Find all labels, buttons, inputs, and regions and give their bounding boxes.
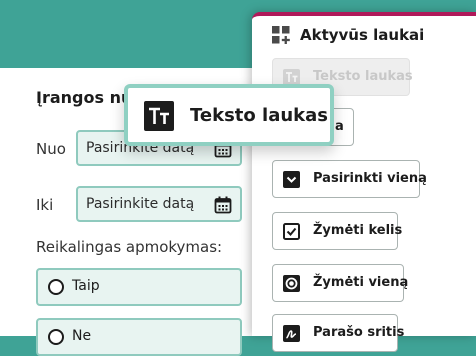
field-item-signature[interactable]: Parašo sritis xyxy=(272,314,404,352)
radio-circle-icon xyxy=(48,329,64,345)
field-item-label: Pasirinkti vieną xyxy=(313,171,427,186)
dropdown-icon xyxy=(283,171,300,188)
to-label: Iki xyxy=(36,196,54,214)
checkbox-icon xyxy=(283,223,300,240)
radio-option-yes[interactable]: Taip xyxy=(36,268,242,306)
signature-icon xyxy=(283,325,300,342)
field-item-label: a xyxy=(335,119,344,134)
calendar-icon[interactable] xyxy=(214,196,232,214)
panel-title: Aktyvūs laukai xyxy=(300,26,425,44)
payment-question-label: Reikalingas apmokymas: xyxy=(36,238,223,256)
field-item-radio[interactable]: Žymėti vieną xyxy=(272,264,408,302)
field-item-label: Teksto laukas xyxy=(313,69,413,84)
field-item-checkbox[interactable]: Žymėti kelis xyxy=(272,212,402,250)
radio-option-label: Taip xyxy=(72,278,100,294)
text-field-icon xyxy=(144,101,174,131)
radio-circle-icon xyxy=(48,279,64,295)
dragged-field-label: Teksto laukas xyxy=(190,105,328,126)
add-fields-icon xyxy=(272,26,290,44)
radio-icon xyxy=(283,275,300,292)
active-fields-panel: Aktyvūs laukai Teksto laukas a Pasirinkt… xyxy=(252,12,476,352)
to-date-input[interactable]: Pasirinkite datą xyxy=(76,186,242,222)
field-item-dropdown[interactable]: Pasirinkti vieną xyxy=(272,160,427,198)
dragged-field-text[interactable]: Teksto laukas xyxy=(124,84,334,146)
field-item-label: Žymėti kelis xyxy=(313,223,403,238)
radio-option-label: Ne xyxy=(72,328,92,344)
radio-option-no[interactable]: Ne xyxy=(36,318,242,356)
field-item-label: Žymėti vieną xyxy=(313,275,409,290)
field-item-label: Parašo sritis xyxy=(313,325,405,340)
form-heading: Įrangos nu xyxy=(36,88,133,107)
to-date-placeholder: Pasirinkite datą xyxy=(86,196,195,212)
from-label: Nuo xyxy=(36,140,66,158)
